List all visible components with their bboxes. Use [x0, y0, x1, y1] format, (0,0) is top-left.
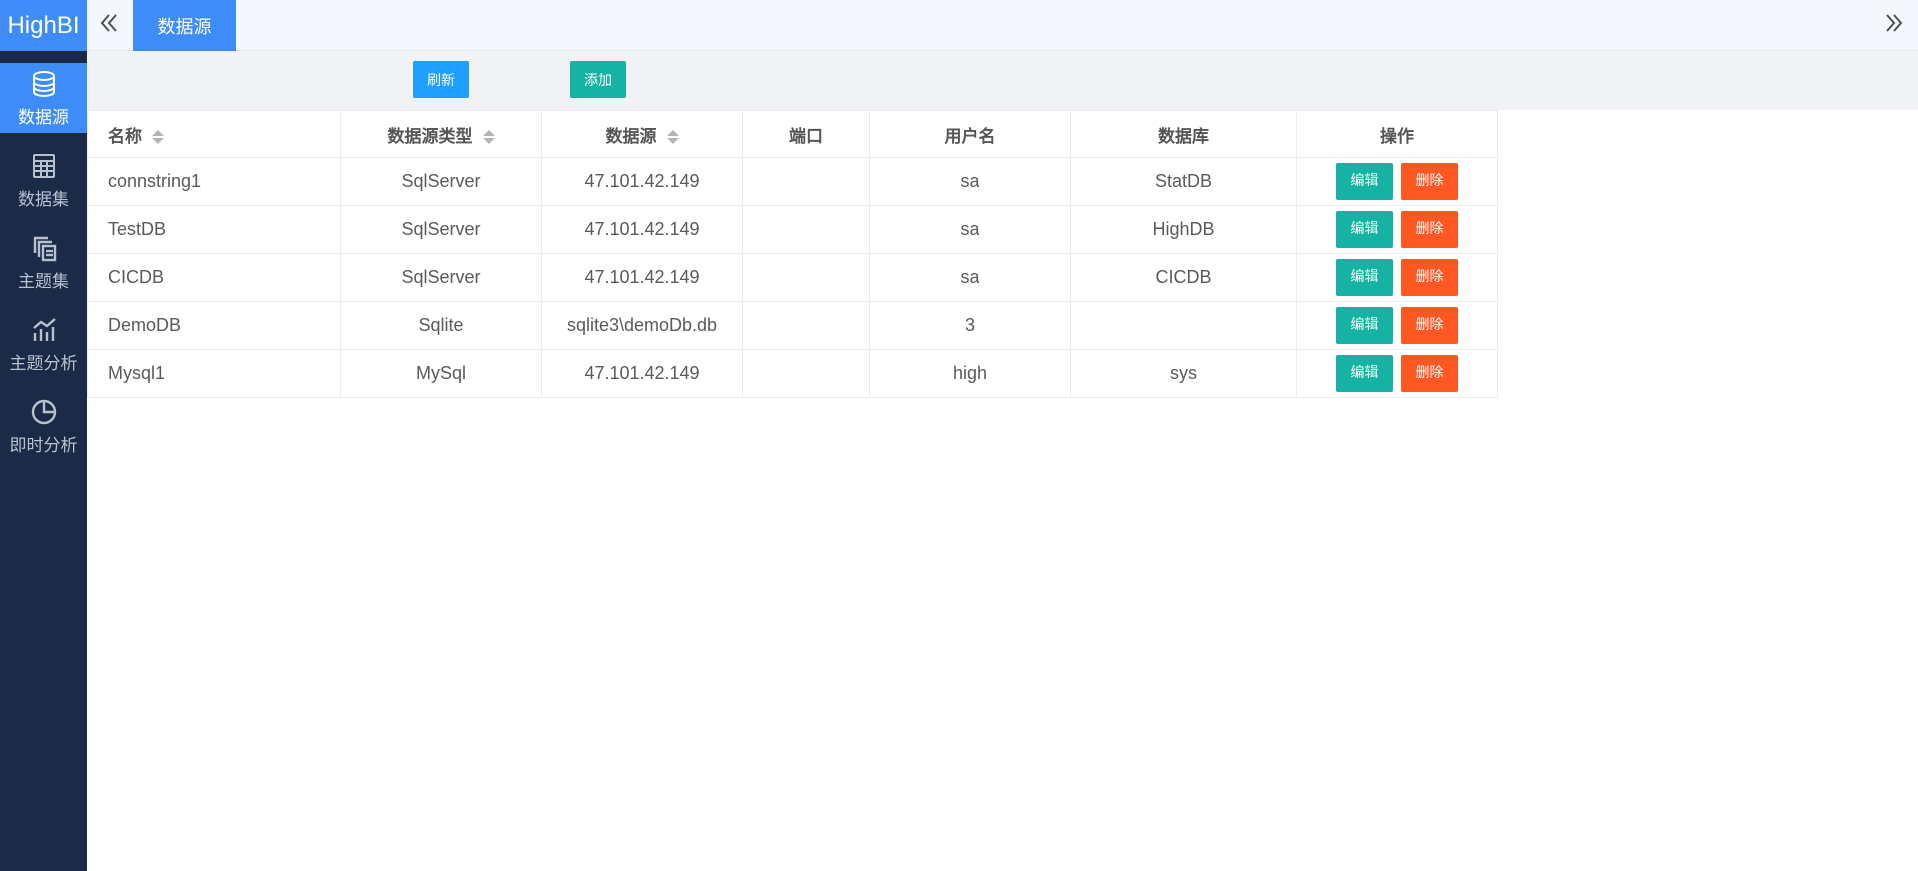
cell-port	[742, 301, 870, 350]
sidebar-item-topic-analysis[interactable]: 主题分析	[0, 309, 87, 379]
cell-user: sa	[869, 205, 1071, 254]
datasource-table-container: 名称 数据源类型 数据源 端口 用户名 数据库 操作 connstring1 S…	[87, 110, 1498, 398]
table-header-row: 名称 数据源类型 数据源 端口 用户名 数据库 操作	[87, 110, 1498, 158]
copy-stack-icon	[29, 233, 59, 263]
cell-source: 47.101.42.149	[541, 157, 743, 206]
edit-button[interactable]: 编辑	[1336, 259, 1393, 296]
double-chevron-right-icon	[1883, 12, 1905, 38]
sidebar-item-label: 即时分析	[9, 435, 78, 456]
column-header-database: 数据库	[1070, 110, 1297, 158]
cell-database: CICDB	[1070, 253, 1297, 302]
cell-name: DemoDB	[87, 301, 341, 350]
cell-type: SqlServer	[340, 157, 542, 206]
collapse-sidebar-button[interactable]	[95, 11, 123, 39]
toolbar: 刷新 添加	[87, 51, 1918, 110]
tab-bar: 数据源	[87, 0, 1918, 51]
column-header-user: 用户名	[869, 110, 1071, 158]
datasource-table: 名称 数据源类型 数据源 端口 用户名 数据库 操作 connstring1 S…	[87, 110, 1498, 398]
cell-database: StatDB	[1070, 157, 1297, 206]
sidebar-item-label: 数据源	[18, 107, 69, 128]
edit-button[interactable]: 编辑	[1336, 163, 1393, 200]
cell-actions: 编辑 删除	[1296, 301, 1498, 350]
sidebar-item-dataset[interactable]: 数据集	[0, 145, 87, 215]
tab-datasource[interactable]: 数据源	[133, 0, 236, 51]
app-logo: HighBI	[0, 0, 87, 51]
table-row: Mysql1 MySql 47.101.42.149 high sys 编辑 删除	[87, 349, 1498, 398]
cell-actions: 编辑 删除	[1296, 205, 1498, 254]
cell-source: sqlite3\demoDb.db	[541, 301, 743, 350]
table-row: TestDB SqlServer 47.101.42.149 sa HighDB…	[87, 205, 1498, 254]
database-icon	[29, 69, 59, 99]
double-chevron-left-icon	[98, 12, 120, 38]
sidebar-item-label: 主题集	[18, 271, 69, 292]
sidebar: HighBI 数据源 数据集 主题集 主题分析 即时分析	[0, 0, 87, 871]
delete-button[interactable]: 删除	[1401, 211, 1458, 248]
cell-type: MySql	[340, 349, 542, 398]
sort-icon[interactable]	[666, 129, 679, 145]
app-root: HighBI 数据源 数据集 主题集 主题分析 即时分析 数据源 刷新 添加 名…	[0, 0, 1918, 871]
cell-type: SqlServer	[340, 205, 542, 254]
pie-chart-icon	[29, 397, 59, 427]
cell-name: connstring1	[87, 157, 341, 206]
cell-actions: 编辑 删除	[1296, 157, 1498, 206]
column-header-type[interactable]: 数据源类型	[340, 110, 542, 158]
cell-type: Sqlite	[340, 301, 542, 350]
cell-type: SqlServer	[340, 253, 542, 302]
cell-user: high	[869, 349, 1071, 398]
sidebar-item-label: 数据集	[18, 189, 69, 210]
refresh-button[interactable]: 刷新	[413, 61, 469, 98]
add-button[interactable]: 添加	[570, 61, 626, 98]
column-header-actions: 操作	[1296, 110, 1498, 158]
delete-button[interactable]: 删除	[1401, 307, 1458, 344]
sort-icon[interactable]	[482, 129, 495, 145]
cell-name: TestDB	[87, 205, 341, 254]
bar-trend-icon	[29, 315, 59, 345]
sidebar-item-topicset[interactable]: 主题集	[0, 227, 87, 297]
cell-database: sys	[1070, 349, 1297, 398]
table-grid-icon	[29, 151, 59, 181]
cell-actions: 编辑 删除	[1296, 253, 1498, 302]
sidebar-item-datasource[interactable]: 数据源	[0, 63, 87, 133]
column-header-source[interactable]: 数据源	[541, 110, 743, 158]
table-row: CICDB SqlServer 47.101.42.149 sa CICDB 编…	[87, 253, 1498, 302]
cell-port	[742, 349, 870, 398]
sort-icon[interactable]	[152, 129, 164, 145]
table-row: connstring1 SqlServer 47.101.42.149 sa S…	[87, 157, 1498, 206]
cell-source: 47.101.42.149	[541, 205, 743, 254]
cell-user: sa	[869, 157, 1071, 206]
cell-user: sa	[869, 253, 1071, 302]
delete-button[interactable]: 删除	[1401, 355, 1458, 392]
cell-source: 47.101.42.149	[541, 253, 743, 302]
cell-database	[1070, 301, 1297, 350]
cell-port	[742, 157, 870, 206]
cell-name: Mysql1	[87, 349, 341, 398]
sidebar-item-instant-analysis[interactable]: 即时分析	[0, 391, 87, 461]
edit-button[interactable]: 编辑	[1336, 211, 1393, 248]
delete-button[interactable]: 删除	[1401, 163, 1458, 200]
sidebar-nav: 数据源 数据集 主题集 主题分析 即时分析	[0, 63, 87, 461]
edit-button[interactable]: 编辑	[1336, 307, 1393, 344]
cell-name: CICDB	[87, 253, 341, 302]
table-row: DemoDB Sqlite sqlite3\demoDb.db 3 编辑 删除	[87, 301, 1498, 350]
cell-database: HighDB	[1070, 205, 1297, 254]
sidebar-item-label: 主题分析	[9, 353, 78, 374]
edit-button[interactable]: 编辑	[1336, 355, 1393, 392]
column-header-port: 端口	[742, 110, 870, 158]
cell-port	[742, 253, 870, 302]
delete-button[interactable]: 删除	[1401, 259, 1458, 296]
cell-port	[742, 205, 870, 254]
column-header-name[interactable]: 名称	[87, 110, 341, 158]
expand-button[interactable]	[1880, 11, 1908, 39]
cell-actions: 编辑 删除	[1296, 349, 1498, 398]
cell-source: 47.101.42.149	[541, 349, 743, 398]
cell-user: 3	[869, 301, 1071, 350]
